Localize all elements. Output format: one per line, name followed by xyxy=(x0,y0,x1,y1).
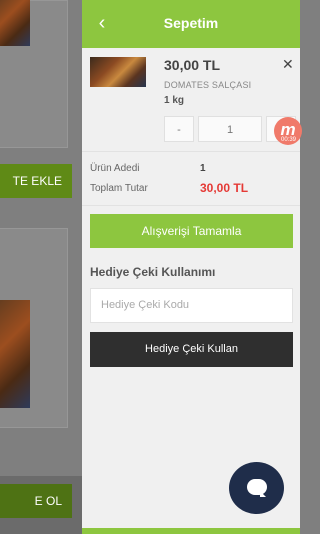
product-price: 30,00 TL xyxy=(164,57,221,73)
qty-decrease-button[interactable]: - xyxy=(164,116,194,142)
overlay-badge-time: 00:39 xyxy=(281,137,297,143)
product-unit: 1 kg xyxy=(164,95,185,106)
quantity-input[interactable]: 1 xyxy=(198,116,262,142)
cart-panel: ‹ Sepetim 30,00 TL DOMATES SALÇASI 1 kg … xyxy=(82,0,302,534)
total-value: 30,00 TL xyxy=(200,181,249,195)
cart-summary: Ürün Adedi 1 Toplam Tutar 30,00 TL xyxy=(82,150,300,206)
page-title: Sepetim xyxy=(163,15,219,31)
chat-button[interactable] xyxy=(229,462,284,514)
item-count-value: 1 xyxy=(200,163,206,174)
gift-voucher-title: Hediye Çeki Kullanımı xyxy=(90,265,216,279)
close-icon[interactable]: ✕ xyxy=(282,56,294,73)
add-to-cart-button[interactable]: TE EKLE xyxy=(0,164,72,198)
background-page: TE EKLE E OL xyxy=(0,0,82,534)
bottom-accent-strip xyxy=(82,528,300,534)
item-count-label: Ürün Adedi xyxy=(90,163,140,174)
checkout-button[interactable]: Alışverişi Tamamla xyxy=(90,214,293,248)
bottom-bar: E OL xyxy=(0,476,82,534)
member-button[interactable]: E OL xyxy=(0,484,72,518)
product-thumbnail xyxy=(90,57,146,87)
apply-gift-button[interactable]: Hediye Çeki Kullan xyxy=(90,332,293,367)
product-name: DOMATES SALÇASI xyxy=(164,80,252,90)
gift-code-input[interactable]: Hediye Çeki Kodu xyxy=(90,288,293,323)
total-label: Toplam Tutar xyxy=(90,183,148,194)
product-image xyxy=(0,300,30,408)
product-image xyxy=(0,0,30,46)
chat-bubble-tail xyxy=(260,491,266,497)
panel-header: ‹ Sepetim xyxy=(82,0,300,48)
